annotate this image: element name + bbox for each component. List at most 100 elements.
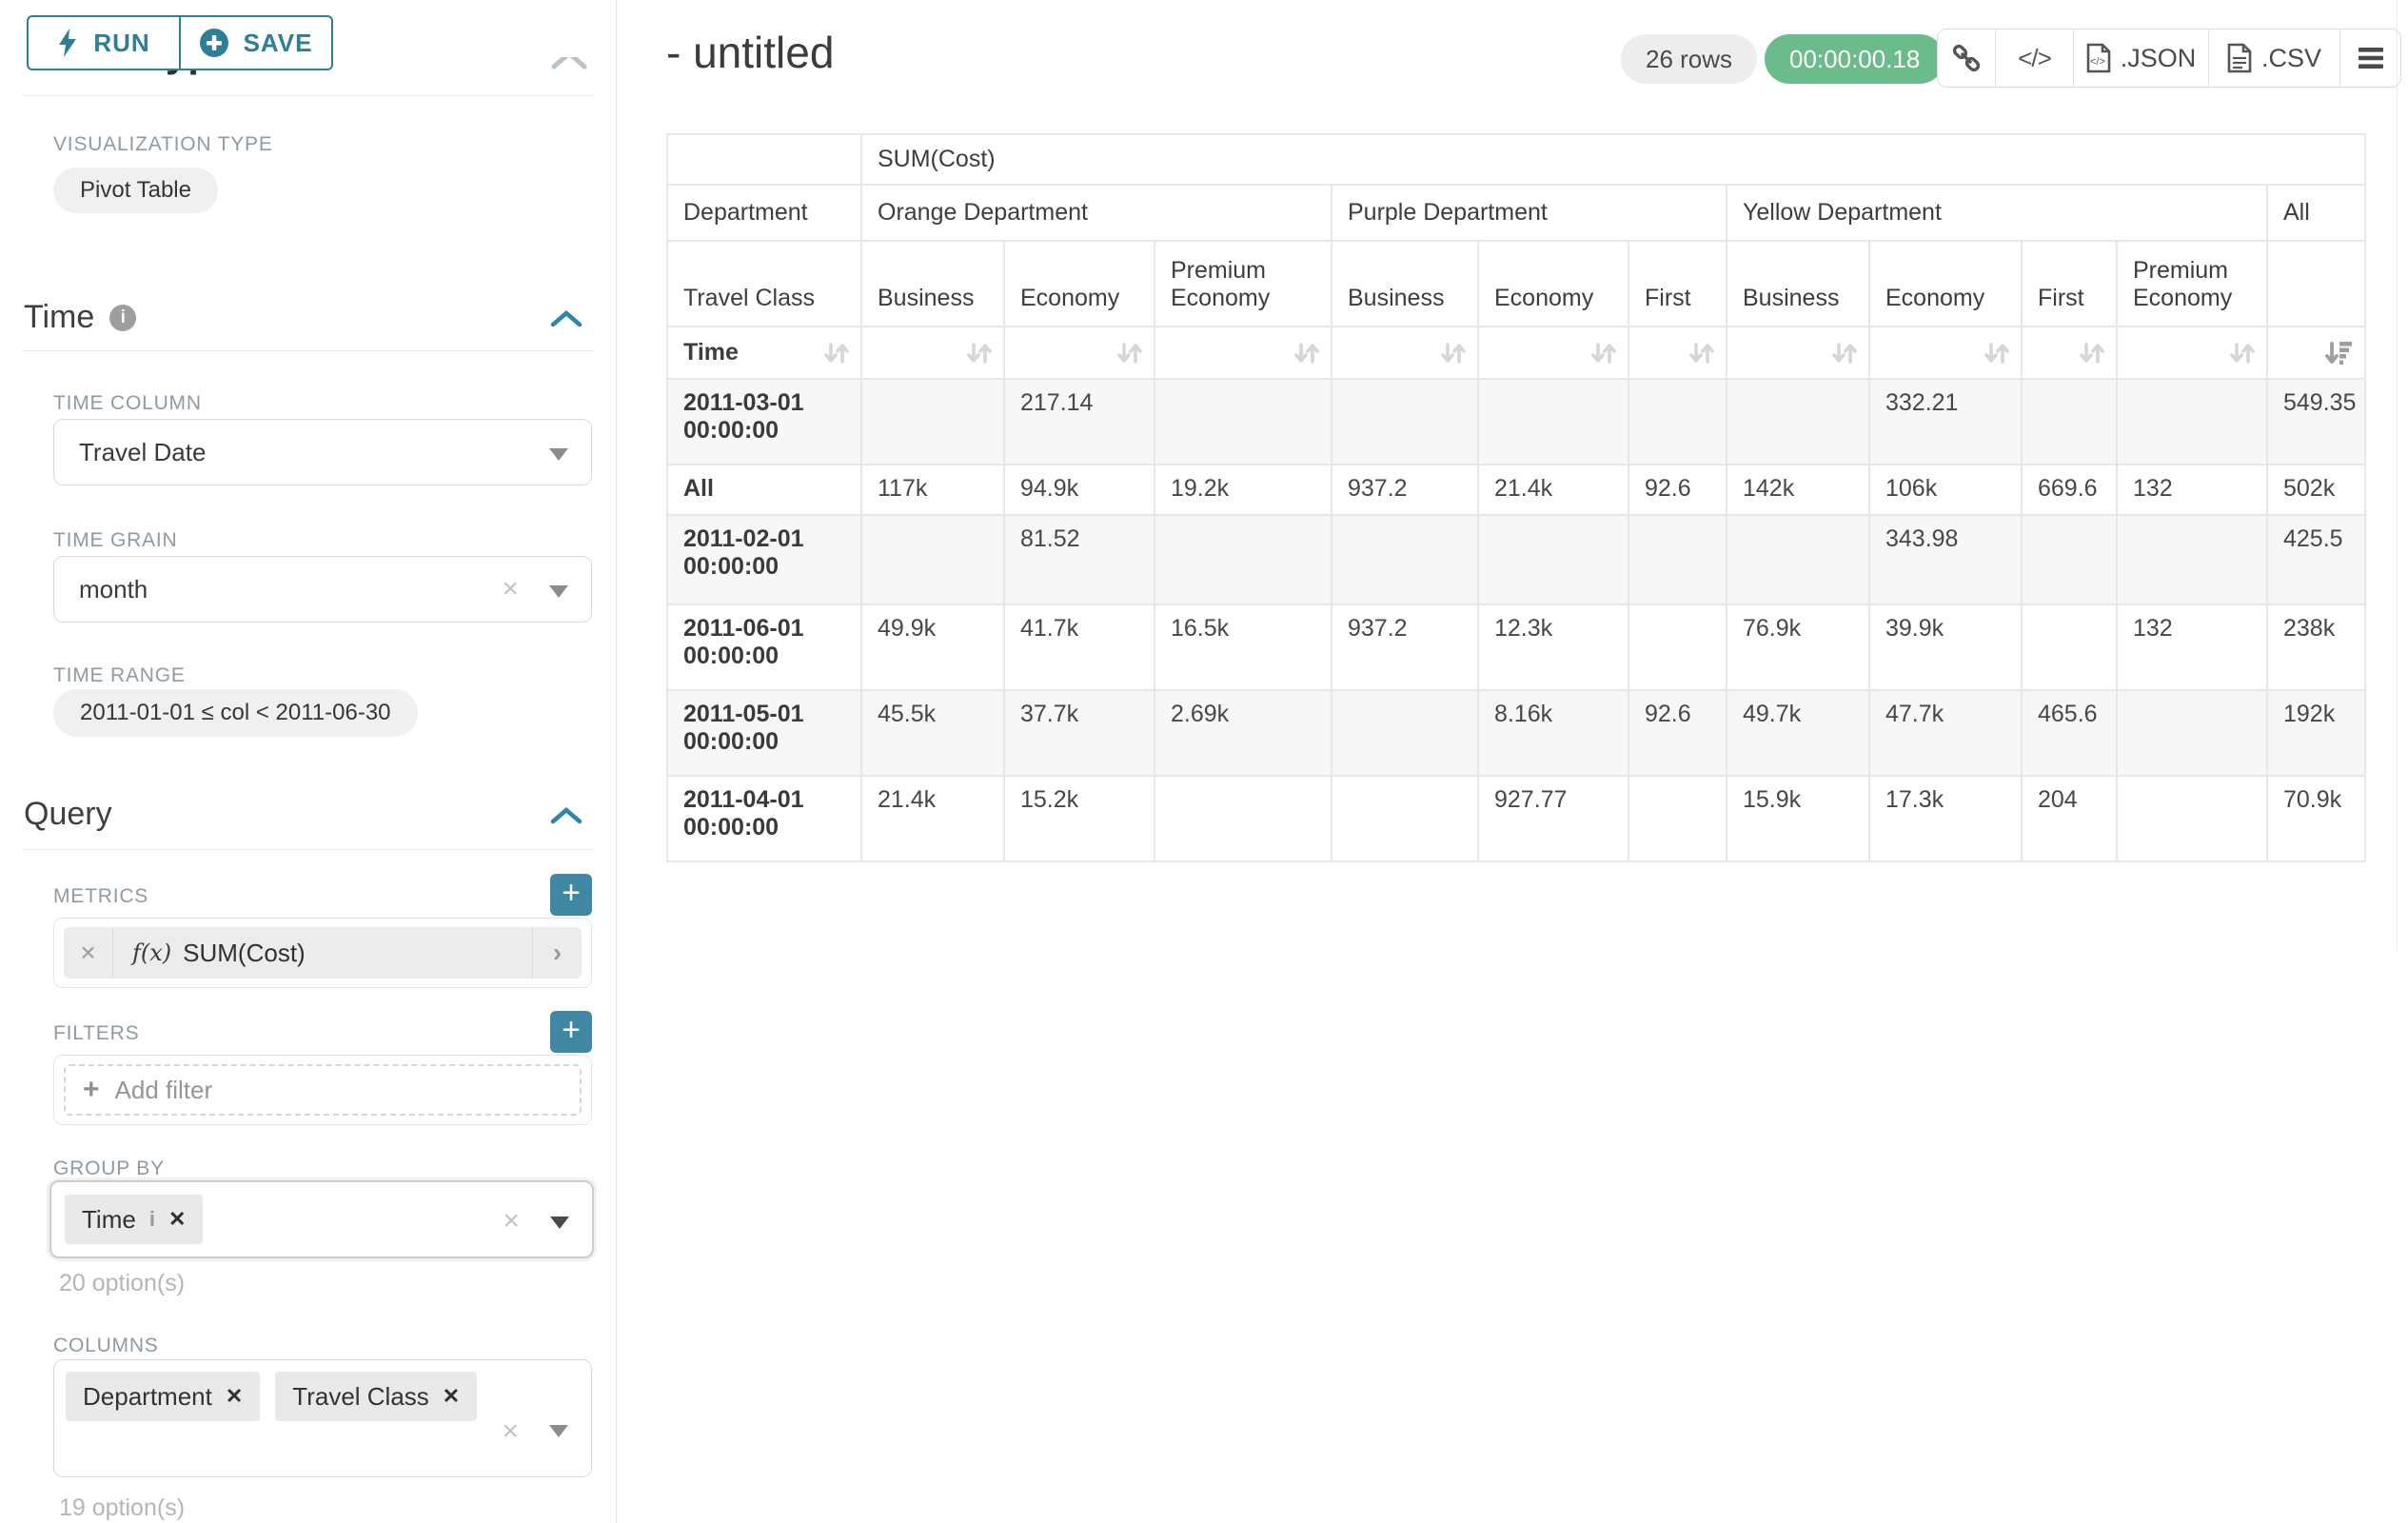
table-row: 2011-05-01 00:00:0045.5k37.7k2.69k8.16k9… — [667, 690, 2365, 776]
pivot-sort-cell — [1004, 326, 1155, 379]
pivot-value-cell: 2.69k — [1155, 690, 1332, 776]
columns-chip-travel-class[interactable]: Travel Class ✕ — [275, 1372, 477, 1421]
pivot-value-cell — [2022, 604, 2117, 690]
pivot-value-cell — [1332, 776, 1478, 861]
pivot-table: SUM(Cost)DepartmentOrange DepartmentPurp… — [666, 133, 2366, 862]
time-range-value[interactable]: 2011-01-01 ≤ col < 2011-06-30 — [53, 689, 418, 737]
sort-icon[interactable] — [1688, 340, 1716, 366]
pivot-value-cell: 92.6 — [1628, 690, 1727, 776]
sort-desc-icon[interactable] — [2324, 340, 2355, 366]
sort-icon[interactable] — [1439, 340, 1468, 366]
pivot-value-cell — [861, 379, 1004, 465]
sort-arrows-icon — [1688, 340, 1716, 366]
pivot-metric-header: SUM(Cost) — [861, 134, 2365, 185]
columns-label: COLUMNS — [53, 1335, 159, 1357]
add-filter-plus-button[interactable]: + — [550, 1011, 592, 1053]
time-range-label: TIME RANGE — [53, 664, 186, 687]
sort-icon[interactable] — [1983, 340, 2011, 366]
link-icon — [1952, 44, 1981, 72]
sort-icon[interactable] — [2078, 340, 2106, 366]
remove-metric-icon[interactable]: × — [64, 927, 113, 979]
sort-icon[interactable] — [2228, 340, 2257, 366]
sort-icon[interactable] — [1293, 340, 1321, 366]
sort-icon[interactable] — [822, 340, 851, 366]
query-section-header[interactable]: Query — [24, 796, 112, 833]
time-section-header[interactable]: Time i — [24, 299, 136, 336]
pivot-value-cell — [1332, 379, 1478, 465]
export-json-button[interactable]: </> .JSON — [2073, 30, 2208, 87]
pivot-value-cell: 425.5 — [2267, 515, 2365, 604]
time-grain-select[interactable]: month × — [53, 556, 592, 623]
visualization-type-value[interactable]: Pivot Table — [53, 168, 218, 213]
time-section-collapse-icon[interactable] — [550, 310, 582, 332]
embed-code-button[interactable]: </> — [1995, 30, 2073, 87]
pivot-table-wrapper: SUM(Cost)DepartmentOrange DepartmentPurp… — [666, 133, 2366, 862]
row-count-badge: 26 rows — [1621, 34, 1757, 84]
sort-arrows-icon — [2228, 340, 2257, 366]
sort-icon[interactable] — [965, 340, 994, 366]
group-by-options-hint: 20 option(s) — [59, 1270, 185, 1297]
pivot-value-cell — [1332, 690, 1478, 776]
chip-remove-icon[interactable]: ✕ — [443, 1384, 460, 1409]
pivot-value-cell: 19.2k — [1155, 465, 1332, 515]
pivot-value-cell: 49.7k — [1727, 690, 1869, 776]
pivot-value-cell — [1727, 515, 1869, 604]
chip-label: Travel Class — [292, 1382, 429, 1412]
pivot-value-cell — [1332, 515, 1478, 604]
filters-container: + Add filter — [53, 1055, 592, 1125]
pivot-sort-cell — [1478, 326, 1628, 379]
pivot-value-cell: 81.52 — [1004, 515, 1155, 604]
sort-icon[interactable] — [1830, 340, 1859, 366]
sort-icon[interactable] — [1115, 340, 1144, 366]
export-csv-button[interactable]: .CSV — [2208, 30, 2339, 87]
table-row: 2011-02-01 00:00:0081.52343.98425.5 — [667, 515, 2365, 604]
share-link-button[interactable] — [1938, 30, 1995, 87]
save-button[interactable]: SAVE — [179, 17, 331, 69]
add-filter-button[interactable]: + Add filter — [64, 1064, 582, 1116]
pivot-value-cell: 16.5k — [1155, 604, 1332, 690]
pivot-value-cell: 45.5k — [861, 690, 1004, 776]
clear-icon[interactable]: × — [502, 573, 519, 605]
columns-chip-department[interactable]: Department ✕ — [66, 1372, 260, 1421]
pivot-value-cell — [2117, 776, 2267, 861]
metric-chip[interactable]: × f(x) SUM(Cost) › — [64, 927, 582, 979]
group-by-select[interactable]: Time i ✕ × — [49, 1180, 594, 1258]
pivot-value-cell: 502k — [2267, 465, 2365, 515]
pivot-col-header: Premium Economy — [1155, 241, 1332, 326]
caret-down-icon — [549, 1425, 568, 1437]
time-column-select[interactable]: Travel Date — [53, 419, 592, 485]
clear-icon[interactable]: × — [503, 1205, 520, 1237]
add-metric-button[interactable]: + — [550, 874, 592, 916]
sort-icon[interactable] — [1589, 340, 1618, 366]
pivot-value-cell: 49.9k — [861, 604, 1004, 690]
pivot-row-label: All — [667, 465, 861, 515]
chip-remove-icon[interactable]: ✕ — [226, 1384, 243, 1409]
time-column-value: Travel Date — [79, 420, 206, 486]
run-button[interactable]: RUN — [29, 17, 179, 69]
pivot-col-header: Economy — [1478, 241, 1628, 326]
chevron-right-icon[interactable]: › — [532, 927, 582, 979]
pivot-value-cell: 343.98 — [1869, 515, 2022, 604]
pivot-value-cell — [1628, 379, 1727, 465]
sort-arrows-icon — [2078, 340, 2106, 366]
columns-select[interactable]: Department ✕ Travel Class ✕ × — [53, 1359, 592, 1477]
time-section-title: Time — [24, 299, 94, 336]
pivot-col-header: Business — [1727, 241, 1869, 326]
pivot-value-cell — [2117, 690, 2267, 776]
group-by-chip-time[interactable]: Time i ✕ — [65, 1195, 203, 1244]
pivot-value-cell: 76.9k — [1727, 604, 1869, 690]
column-info-icon: i — [149, 1207, 155, 1232]
pivot-value-cell — [1478, 379, 1628, 465]
save-button-label: SAVE — [244, 29, 313, 58]
chart-title[interactable]: - untitled — [666, 27, 834, 78]
chip-remove-icon[interactable]: ✕ — [168, 1207, 186, 1232]
caret-down-icon — [550, 1216, 569, 1229]
chart-type-collapse-icon[interactable] — [548, 57, 590, 69]
pivot-value-cell: 41.7k — [1004, 604, 1155, 690]
pivot-value-cell: 204 — [2022, 776, 2117, 861]
fx-icon: f(x) — [132, 940, 171, 966]
query-section-collapse-icon[interactable] — [550, 807, 582, 829]
clear-icon[interactable]: × — [502, 1415, 519, 1448]
pivot-coldim-label: Travel Class — [667, 241, 861, 326]
chart-menu-button[interactable] — [2339, 30, 2400, 87]
